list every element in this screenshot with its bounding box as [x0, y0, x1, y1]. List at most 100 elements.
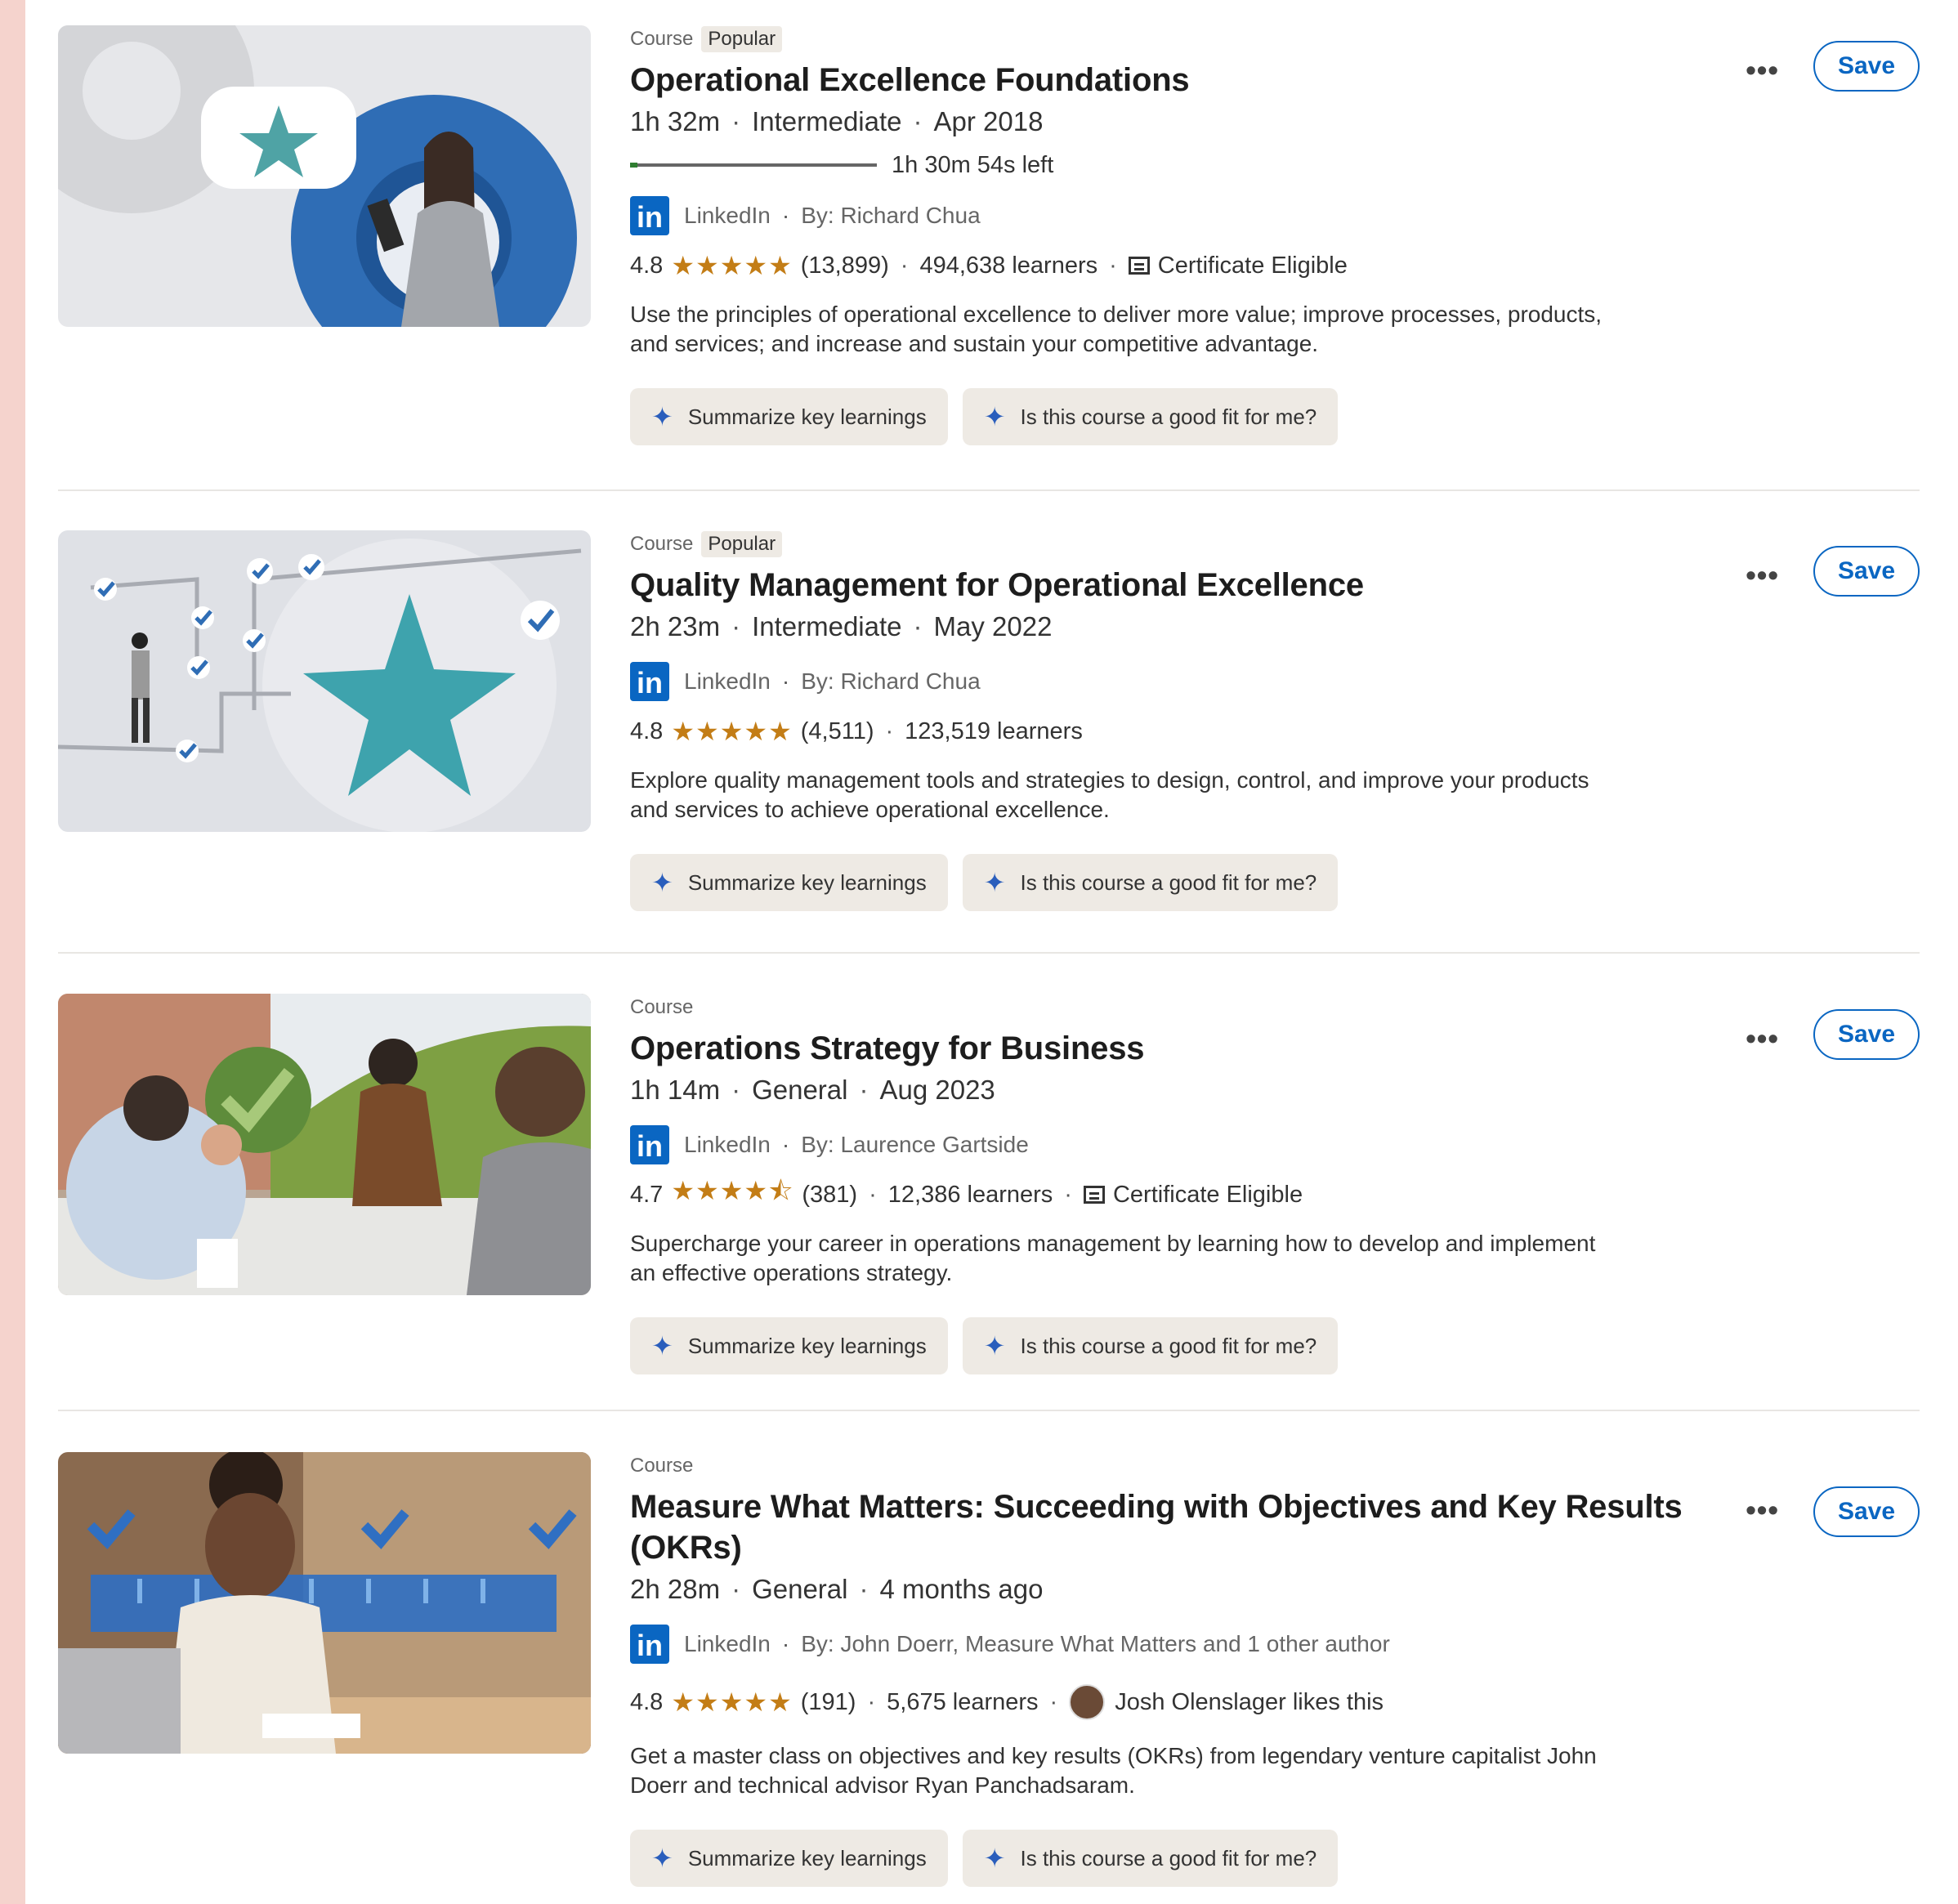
learner-count: 123,519 learners: [905, 717, 1083, 744]
course-type-label: Course: [630, 996, 694, 1018]
course-title[interactable]: Measure What Matters: Succeeding with Ob…: [630, 1486, 1774, 1568]
sparkle-icon: ✦: [651, 1844, 673, 1873]
certificate-label: Certificate Eligible: [1112, 1181, 1303, 1208]
good-fit-button[interactable]: ✦ Is this course a good fit for me?: [962, 1317, 1339, 1374]
more-options-icon[interactable]: •••: [1746, 1493, 1779, 1527]
learner-count: 494,638 learners: [919, 252, 1098, 279]
course-type-row: Course: [630, 1452, 1774, 1480]
course-description: Supercharge your career in operations ma…: [630, 1231, 1596, 1285]
course-meta: 2h 23m · Intermediate · May 2022: [630, 611, 1053, 641]
ai-prompt-chips: ✦ Summarize key learnings ✦ Is this course…: [630, 1317, 1774, 1374]
course-author: By: Laurence Gartside: [801, 1132, 1029, 1157]
chip-label: Summarize key learnings: [687, 869, 927, 895]
divider: [58, 1410, 1920, 1411]
course-title[interactable]: Operations Strategy for Business: [630, 1028, 1774, 1069]
certificate-label: Certificate Eligible: [1157, 252, 1348, 279]
course-duration: 1h 32m: [630, 106, 721, 136]
course-level: General: [752, 1075, 848, 1105]
sparkle-icon: ✦: [983, 402, 1006, 431]
rating-row: 4.8 ★★★★★ (191) · 5,675 learners · Josh Ol…: [630, 1681, 1774, 1723]
course-type-row: Course Popular: [630, 25, 1774, 53]
progress-fill: [630, 163, 638, 168]
good-fit-button[interactable]: ✦ Is this course a good fit for me?: [962, 854, 1339, 911]
divider: [58, 952, 1920, 954]
course-duration: 1h 14m: [630, 1075, 721, 1105]
course-list-panel: Course Popular Operational Excellence Fo…: [25, 0, 1958, 1904]
course-thumbnail[interactable]: [58, 25, 591, 327]
linkedin-logo-icon: in: [630, 196, 669, 235]
sparkle-icon: ✦: [651, 402, 673, 431]
course-level: Intermediate: [752, 611, 902, 641]
rating-value: 4.8: [630, 252, 664, 279]
rating-value: 4.8: [630, 1688, 664, 1715]
summarize-key-learnings-button[interactable]: ✦ Summarize key learnings: [630, 854, 948, 911]
chip-label: Summarize key learnings: [687, 404, 927, 429]
good-fit-button[interactable]: ✦ Is this course a good fit for me?: [962, 388, 1339, 445]
ai-prompt-chips: ✦ Summarize key learnings ✦ Is this course…: [630, 854, 1774, 911]
provider-row: in LinkedIn · By: Richard Chua: [630, 661, 1774, 702]
course-description: Get a master class on objectives and key…: [630, 1743, 1597, 1798]
course-date: Apr 2018: [933, 106, 1044, 136]
course-type-row: Course Popular: [630, 530, 1774, 558]
rating-row: 4.7 ★★★★⯪ (381) · 12,386 learners · Certif…: [630, 1176, 1774, 1211]
course-thumbnail[interactable]: [58, 1452, 591, 1754]
rating-value: 4.8: [630, 717, 664, 744]
save-button[interactable]: Save: [1813, 1009, 1920, 1060]
sparkle-icon: ✦: [983, 1844, 1006, 1873]
chip-label: Is this course a good fit for me?: [1020, 1333, 1317, 1358]
popular-badge: Popular: [701, 26, 783, 52]
course-thumbnail[interactable]: [58, 994, 591, 1295]
course-duration: 2h 28m: [630, 1574, 721, 1604]
save-button[interactable]: Save: [1813, 41, 1920, 92]
course-meta: 2h 28m · General · 4 months ago: [630, 1574, 1044, 1604]
save-button[interactable]: Save: [1813, 1486, 1920, 1537]
course-progress: 1h 30m 54s left: [630, 151, 1774, 179]
avatar: [1069, 1684, 1106, 1720]
more-options-icon[interactable]: •••: [1746, 53, 1779, 87]
course-thumbnail[interactable]: [58, 530, 591, 832]
certificate-icon: [1128, 257, 1150, 275]
sparkle-icon: ✦: [983, 868, 1006, 897]
course-type-label: Course: [630, 533, 694, 555]
summarize-key-learnings-button[interactable]: ✦ Summarize key learnings: [630, 1830, 948, 1887]
summarize-key-learnings-button[interactable]: ✦ Summarize key learnings: [630, 1317, 948, 1374]
provider-name: LinkedIn: [684, 1132, 771, 1157]
course-type-row: Course: [630, 994, 1774, 1021]
course-meta: 1h 14m · General · Aug 2023: [630, 1075, 995, 1105]
review-count: (4,511): [800, 717, 874, 744]
chip-label: Summarize key learnings: [687, 1845, 927, 1870]
linkedin-logo-icon: in: [630, 662, 669, 701]
provider-row: in LinkedIn · By: Richard Chua: [630, 195, 1774, 236]
course-title[interactable]: Quality Management for Operational Excel…: [630, 565, 1774, 606]
summarize-key-learnings-button[interactable]: ✦ Summarize key learnings: [630, 388, 948, 445]
provider-row: in LinkedIn · By: John Doerr, Measure What…: [630, 1624, 1774, 1665]
certificate-icon: [1083, 1186, 1105, 1204]
provider-row: in LinkedIn · By: Laurence Gartside: [630, 1124, 1774, 1165]
provider-name: LinkedIn: [684, 1631, 771, 1656]
save-button[interactable]: Save: [1813, 546, 1920, 597]
more-options-icon[interactable]: •••: [1746, 1021, 1779, 1056]
course-title[interactable]: Operational Excellence Foundations: [630, 60, 1774, 101]
course-date: 4 months ago: [879, 1574, 1044, 1604]
review-count: (381): [802, 1181, 858, 1208]
course-date: Aug 2023: [879, 1075, 995, 1105]
provider-name: LinkedIn: [684, 203, 771, 228]
more-options-icon[interactable]: •••: [1746, 558, 1779, 592]
progress-bar: [630, 163, 877, 168]
sparkle-icon: ✦: [983, 1331, 1006, 1361]
star-rating-icon: ★★★★★: [671, 717, 793, 746]
ai-prompt-chips: ✦ Summarize key learnings ✦ Is this course…: [630, 1830, 1774, 1887]
learner-count: 5,675 learners: [887, 1688, 1039, 1715]
chip-label: Is this course a good fit for me?: [1020, 1845, 1317, 1870]
course-description: Use the principles of operational excell…: [630, 302, 1603, 356]
chip-label: Is this course a good fit for me?: [1020, 404, 1317, 429]
course-meta: 1h 32m · Intermediate · Apr 2018: [630, 106, 1044, 136]
review-count: (191): [800, 1688, 856, 1715]
course-author: By: Richard Chua: [801, 668, 981, 694]
course-duration: 2h 23m: [630, 611, 721, 641]
good-fit-button[interactable]: ✦ Is this course a good fit for me?: [962, 1830, 1339, 1887]
popular-badge: Popular: [701, 531, 783, 557]
linkedin-logo-icon: in: [630, 1125, 669, 1164]
sparkle-icon: ✦: [651, 1331, 673, 1361]
provider-name: LinkedIn: [684, 668, 771, 694]
